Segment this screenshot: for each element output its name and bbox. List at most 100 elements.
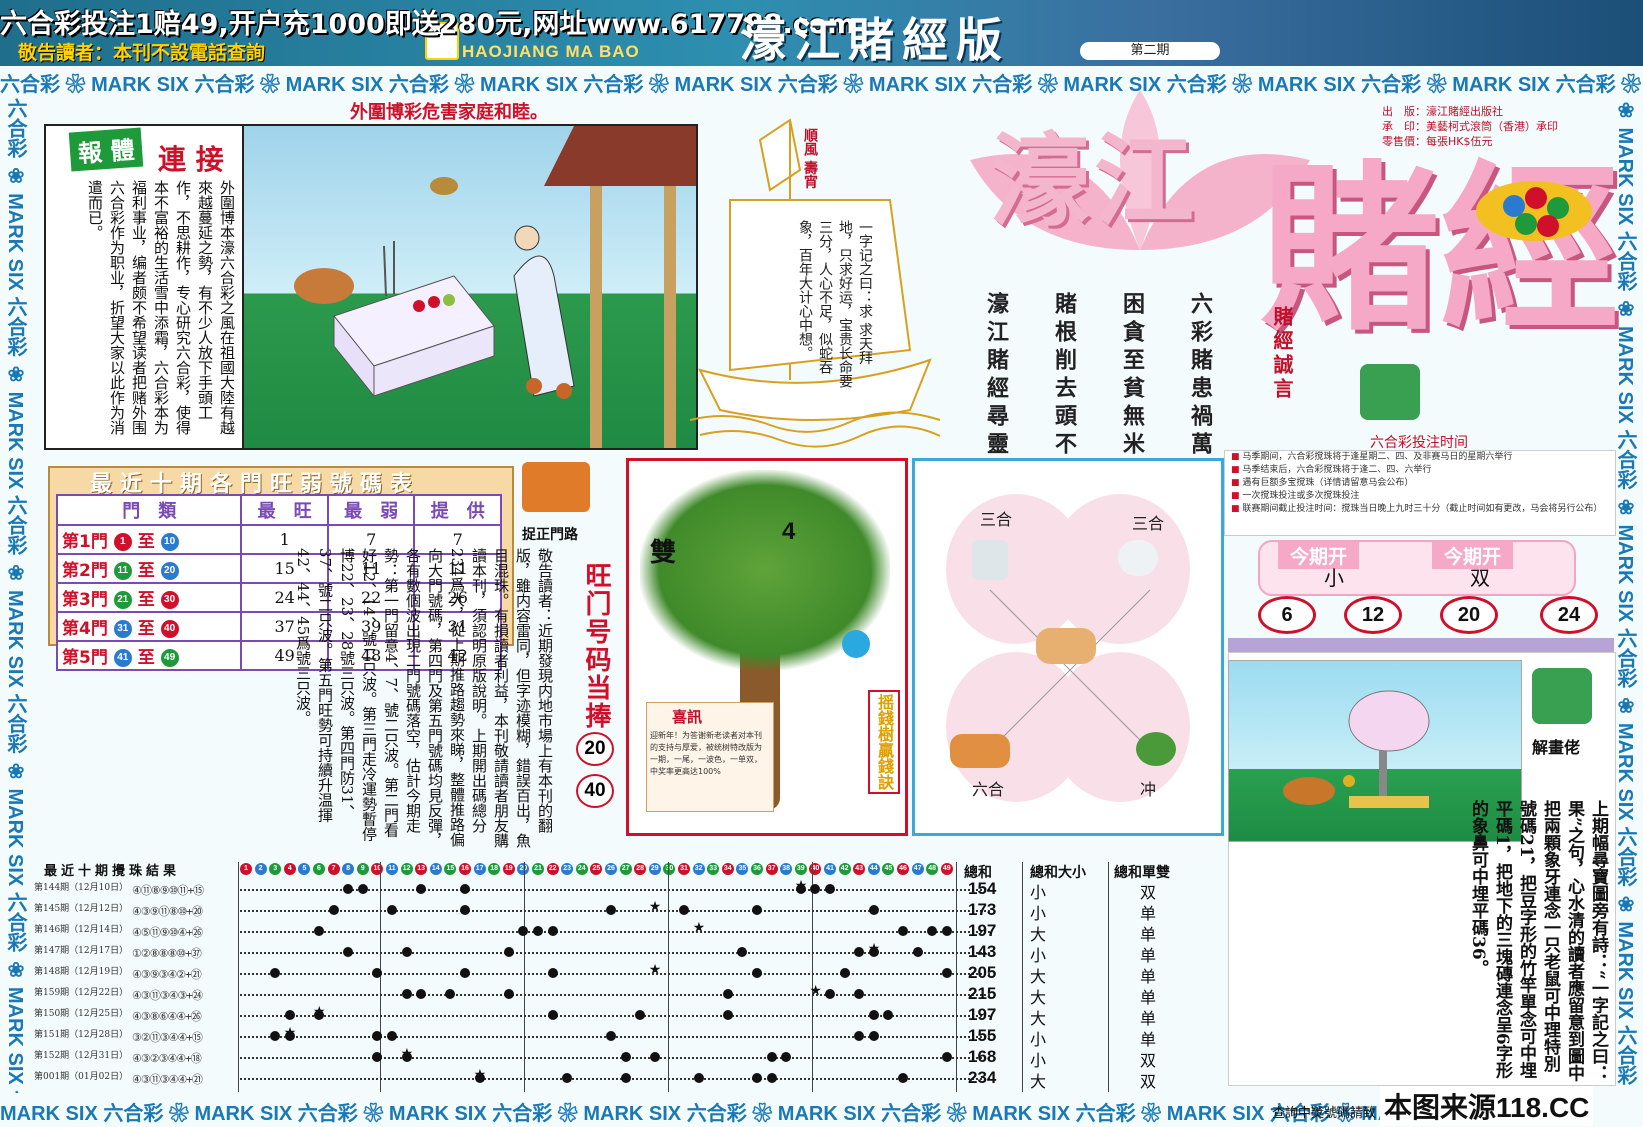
sum-value: 155 xyxy=(968,1026,997,1045)
draw-label: 第147期（12月17日） xyxy=(34,946,129,956)
special-star-marker: ★ xyxy=(692,920,706,936)
warning-text: 敬告讀者：本刊不設電話查詢 xyxy=(18,42,266,64)
number-marker xyxy=(547,926,558,936)
number-marker xyxy=(343,947,354,957)
scene-illustration xyxy=(242,124,698,450)
result-ball: 20 xyxy=(1440,596,1498,634)
open-size-value: 小 xyxy=(1324,566,1344,590)
number-marker xyxy=(941,968,952,978)
result-row: 第152期（12月31日） ④③②③④④+⑱ ★ xyxy=(34,1046,990,1069)
query-text: 查詢中獎號碼請致 xyxy=(1272,1106,1377,1121)
number-marker xyxy=(372,968,383,978)
result-ball: 12 xyxy=(1344,596,1402,634)
number-ball: 13 xyxy=(415,863,428,875)
special-star-marker: ★ xyxy=(648,899,662,915)
publisher-line: 出 版：濠江賭經出版社 xyxy=(1382,105,1503,118)
result-row: 第148期（12月19日） ④③⑨③④②+㉑ ★ xyxy=(34,962,990,985)
grid-separator xyxy=(1022,862,1023,1092)
number-marker xyxy=(270,968,281,978)
hand-icon-2 xyxy=(1532,668,1592,724)
number-ball: 47 xyxy=(911,863,924,875)
number-marker xyxy=(547,968,558,978)
number-ball: 18 xyxy=(488,863,501,875)
number-marker xyxy=(941,926,952,936)
number-ball: 48 xyxy=(926,863,939,875)
bet-time-note: 联赛期间截止投注时间：搅珠当日晚上九时三十分（截止时间如有更改，马会将另行公布） xyxy=(1231,503,1615,516)
col-header: 提 供 xyxy=(413,494,502,526)
rabbit-icon xyxy=(1118,540,1158,576)
slogan: 外圍博彩危害家庭和睦。 xyxy=(350,102,548,123)
number-marker xyxy=(328,905,339,915)
number-ball: 17 xyxy=(473,863,486,875)
number-ball: 6 xyxy=(313,863,325,875)
number-ball: 19 xyxy=(502,863,515,875)
page-title: 濠江賭經版 xyxy=(740,13,1010,67)
number-marker xyxy=(343,884,354,894)
report-label: 報 體 xyxy=(68,127,144,172)
results-title: 最近十期攪珠結果 xyxy=(44,864,181,879)
open-parity-value: 双 xyxy=(1470,566,1490,590)
left-border-band: 六合彩 ❀ MARK SIX 六合彩 ❀ MARK SIX 六合彩 ❀ MARK… xyxy=(4,98,26,1093)
hot-ball: 20 xyxy=(576,732,614,766)
number-marker xyxy=(722,1010,733,1020)
number-ball: 16 xyxy=(459,863,471,875)
number-ball: 34 xyxy=(721,863,734,875)
number-marker xyxy=(766,1073,777,1083)
number-marker xyxy=(868,1010,879,1020)
result-row: 第147期（12月17日） ①②⑧⑧⑧⑩+㊲ ★ xyxy=(34,941,990,964)
gate-name: 第4門 xyxy=(62,619,108,639)
number-marker xyxy=(752,1073,762,1083)
number-marker xyxy=(372,1031,383,1041)
lottery-balls-icon xyxy=(1474,176,1594,250)
report-label-red: 連 接 xyxy=(158,143,224,176)
number-ball: 28 xyxy=(634,863,647,875)
number-ball: 24 xyxy=(575,863,588,875)
draw-label: 第001期（01月02日） xyxy=(34,1072,129,1082)
number-ball: 33 xyxy=(707,863,720,875)
hot-ball: 40 xyxy=(576,774,614,808)
sum-value: 168 xyxy=(968,1047,997,1066)
number-ball: 26 xyxy=(605,863,617,875)
number-ball: 38 xyxy=(780,863,793,875)
number-marker xyxy=(693,1073,704,1083)
result-row: 第144期（12月10日） ④⑪⑧⑨⑩⑪+⑮ ★ xyxy=(34,878,990,901)
number-marker xyxy=(752,905,762,915)
number-ball: 22 xyxy=(546,863,559,875)
dotted-line xyxy=(240,1057,990,1059)
number-marker xyxy=(387,905,397,915)
number-marker xyxy=(547,1010,558,1020)
sum-value: 205 xyxy=(968,963,997,982)
worship-scene-image xyxy=(294,126,696,448)
special-star-marker: ★ xyxy=(867,941,881,957)
zodiac-label-bl: 六合 xyxy=(972,780,1005,799)
draw-label: 第151期（12月28日） xyxy=(34,1030,129,1040)
number-marker xyxy=(839,968,850,978)
logo-english: HAOJIANG MA BAO xyxy=(462,42,640,61)
number-marker xyxy=(357,884,368,894)
number-ball: 4 xyxy=(283,863,296,875)
number-marker xyxy=(825,989,835,999)
number-marker xyxy=(635,1010,646,1020)
tiger-icon xyxy=(950,734,1010,768)
col-header: 門 類 xyxy=(55,494,243,526)
draw-label: 第148期（12月19日） xyxy=(34,967,129,977)
result-row: 第001期（01月02日） ④③⑪③④④+㉑ ★ xyxy=(34,1067,990,1090)
zodiac-label-tl: 三合 xyxy=(980,510,1013,529)
bottom-border-band: MARK SIX 六合彩 ❀ MARK SIX 六合彩 ❀ MARK SIX 六… xyxy=(0,1103,1393,1125)
gate-hand-icon xyxy=(522,462,590,512)
issue-number: 第二期 xyxy=(1080,42,1220,60)
gate-name: 第1門 xyxy=(62,532,108,552)
special-star-marker: ★ xyxy=(648,962,662,978)
source-watermark: 本图来源118.CC xyxy=(1380,1086,1594,1126)
dotted-line xyxy=(240,994,990,996)
ad-text[interactable]: 六合彩投注1赔49,开户充1000即送280元,网址www.617788.com xyxy=(0,2,855,41)
number-marker xyxy=(854,989,865,999)
grid-separator xyxy=(1108,862,1109,1092)
number-marker xyxy=(401,947,412,957)
bet-time-note: 马季期间，六合彩搅珠将于逢星期二、四、及非赛马日的星期六举行 xyxy=(1231,451,1615,464)
bet-time-note: 一次搅珠投注或多次搅珠投注 xyxy=(1231,490,1615,503)
parity-value: 双 xyxy=(1140,1072,1157,1091)
result-row: 第150期（12月25日） ④③⑧⑥④④+㉖ ★ xyxy=(34,1004,990,1027)
number-ball: 25 xyxy=(590,863,603,875)
number-marker xyxy=(401,989,412,999)
